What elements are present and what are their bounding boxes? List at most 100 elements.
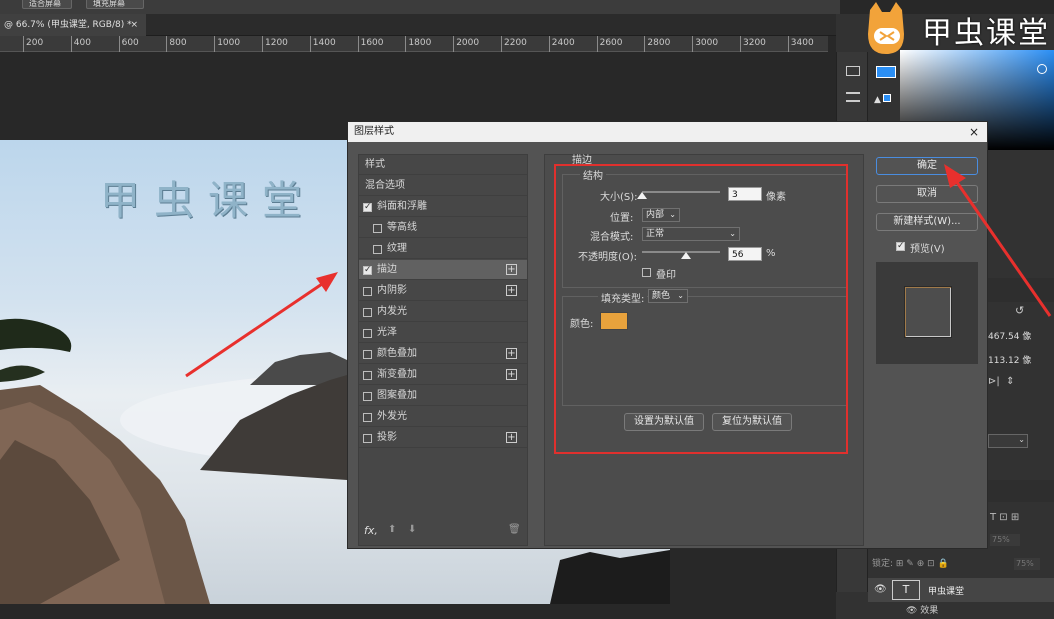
style-item-label: 等高线 (387, 222, 417, 233)
style-item[interactable]: 描边 + (359, 260, 527, 280)
font-style-select[interactable]: ⌄ (988, 434, 1028, 448)
style-checkbox-icon[interactable] (363, 201, 372, 213)
adjust-icon[interactable] (846, 92, 860, 102)
fill-field[interactable]: 75% (1014, 558, 1040, 570)
style-checkbox-icon[interactable] (363, 371, 372, 380)
layer-effect-label: 效果 (920, 606, 939, 616)
ruler-tick-label: 1400 (312, 38, 336, 48)
move-up-icon[interactable]: ⬆ (388, 524, 396, 535)
add-effect-icon[interactable]: + (506, 348, 517, 359)
style-item[interactable]: 投影 + (359, 428, 527, 448)
ruler-tick-label: 3400 (790, 38, 814, 48)
style-item[interactable]: 图案叠加 (359, 386, 527, 406)
style-checkbox-icon[interactable] (373, 224, 382, 233)
foreground-color-icon[interactable] (876, 66, 896, 78)
height-value[interactable]: 113.12 像 (988, 354, 1054, 368)
style-checkbox-icon[interactable] (363, 329, 372, 338)
ruler-tick-label: 1000 (217, 38, 241, 48)
style-item-label: 纹理 (387, 243, 407, 254)
style-checkbox-icon[interactable] (363, 434, 372, 443)
style-checkbox-icon[interactable] (373, 245, 382, 254)
ruler-tick-label: 800 (169, 38, 187, 48)
ruler-tick-line (309, 36, 311, 52)
style-item-label: 图案叠加 (377, 390, 417, 401)
warning-icon[interactable]: ▲ (874, 94, 896, 108)
add-effect-icon[interactable]: + (506, 285, 517, 296)
document-tab[interactable]: @ 66.7% (甲虫课堂, RGB/8) * × (0, 14, 146, 36)
layer-name: 甲虫课堂 (928, 587, 965, 597)
style-item[interactable]: 渐变叠加 + (359, 365, 527, 385)
fit-screen-button[interactable]: 适合屏幕 (22, 0, 72, 9)
layer-effect-row[interactable]: 👁 效果 (906, 603, 938, 616)
style-item-label: 描边 (377, 264, 397, 275)
color-picker-cursor[interactable] (1037, 64, 1047, 74)
style-item-label: 样式 (365, 159, 385, 170)
visibility-eye-icon[interactable]: 👁 (874, 584, 887, 595)
ruler-tick-label: 1800 (408, 38, 432, 48)
ruler-tick-line (501, 36, 502, 52)
style-item[interactable]: 光泽 (359, 323, 527, 343)
brush-tip-icon[interactable] (846, 66, 860, 76)
fill-screen-button[interactable]: 填充屏幕 (86, 0, 144, 9)
style-item-label: 光泽 (377, 327, 397, 338)
ruler-tick-line (596, 36, 598, 52)
fx-menu-icon[interactable]: fx, (364, 524, 378, 537)
align-icons[interactable]: ⊳| ⇕ (988, 376, 1054, 392)
ruler-tick-line (644, 36, 646, 52)
horizontal-ruler[interactable]: 200 400 600 800 1000 1200 1400 1600 1800 2000 2200… (0, 36, 828, 52)
style-item[interactable]: 外发光 (359, 407, 527, 427)
character-panel-header (988, 480, 1054, 502)
add-effect-icon[interactable]: + (506, 264, 517, 275)
ruler-tick-line (405, 36, 407, 52)
style-item-label: 外发光 (377, 411, 407, 422)
style-checkbox-icon[interactable] (363, 287, 372, 296)
styles-list: 样式混合选项斜面和浮雕等高线纹理描边 + 内阴影 + 内发光光泽颜色叠加 + 渐变叠加 + 图案… (358, 154, 528, 546)
style-item-label: 内阴影 (377, 285, 407, 296)
style-item-label: 斜面和浮雕 (377, 201, 427, 212)
style-item[interactable]: 等高线 (359, 218, 527, 238)
style-item[interactable]: 混合选项 (359, 176, 527, 196)
layer-style-dialog: 图层样式 × 样式混合选项斜面和浮雕等高线纹理描边 + 内阴影 + 内发光光泽颜色叠加 +… (347, 121, 988, 549)
ruler-tick-label: 3000 (695, 38, 719, 48)
styles-list-footer: fx, ⬆ ⬇ 🗑 (358, 522, 528, 542)
style-checkbox-icon[interactable] (363, 264, 372, 276)
delete-icon[interactable]: 🗑 (508, 524, 521, 535)
style-checkbox-icon[interactable] (363, 350, 372, 359)
style-checkbox-icon[interactable] (363, 392, 372, 401)
style-item[interactable]: 颜色叠加 + (359, 344, 527, 364)
ruler-tick-line (70, 36, 72, 52)
style-item[interactable]: 纹理 (359, 239, 527, 259)
style-item-label: 内发光 (377, 306, 407, 317)
ruler-tick-label: 200 (26, 38, 44, 48)
style-item[interactable]: 内阴影 + (359, 281, 527, 301)
text-layer-thumbnail-icon: T (892, 580, 920, 600)
style-item[interactable]: 内发光 (359, 302, 527, 322)
style-checkbox-icon[interactable] (363, 308, 372, 317)
style-item[interactable]: 样式 (359, 155, 527, 175)
ruler-tick-label: 400 (73, 38, 91, 48)
style-item[interactable]: 斜面和浮雕 (359, 197, 527, 217)
add-effect-icon[interactable]: + (506, 369, 517, 380)
ruler-tick-line (262, 36, 263, 52)
options-bar: 适合屏幕 填充屏幕 (0, 0, 840, 14)
ruler-tick-label: 2600 (599, 38, 623, 48)
ruler-tick-label: 2000 (456, 38, 480, 48)
close-icon[interactable]: × (969, 122, 979, 142)
width-value[interactable]: 467.54 像 (988, 330, 1054, 344)
document-tab-title: @ 66.7% (甲虫课堂, RGB/8) * (4, 20, 132, 30)
ruler-tick-line (787, 36, 789, 52)
lock-label: 锁定: (872, 559, 894, 569)
text-tools-icons[interactable]: T ⊡ ⊞ (990, 512, 1019, 523)
opacity-field[interactable]: 75% (990, 534, 1020, 546)
preview-check-icon[interactable] (896, 240, 905, 252)
highlight-box (554, 164, 848, 454)
arrow-to-ok (936, 160, 1054, 320)
add-effect-icon[interactable]: + (506, 432, 517, 443)
layer-row[interactable]: 👁 T 甲虫课堂 (868, 578, 1054, 602)
ruler-tick-label: 1600 (360, 38, 384, 48)
ruler-tick-label: 2400 (551, 38, 575, 48)
close-tab-icon[interactable]: × (130, 14, 138, 36)
style-checkbox-icon[interactable] (363, 413, 372, 422)
move-down-icon[interactable]: ⬇ (408, 524, 416, 535)
arrow-to-stroke (182, 262, 342, 382)
